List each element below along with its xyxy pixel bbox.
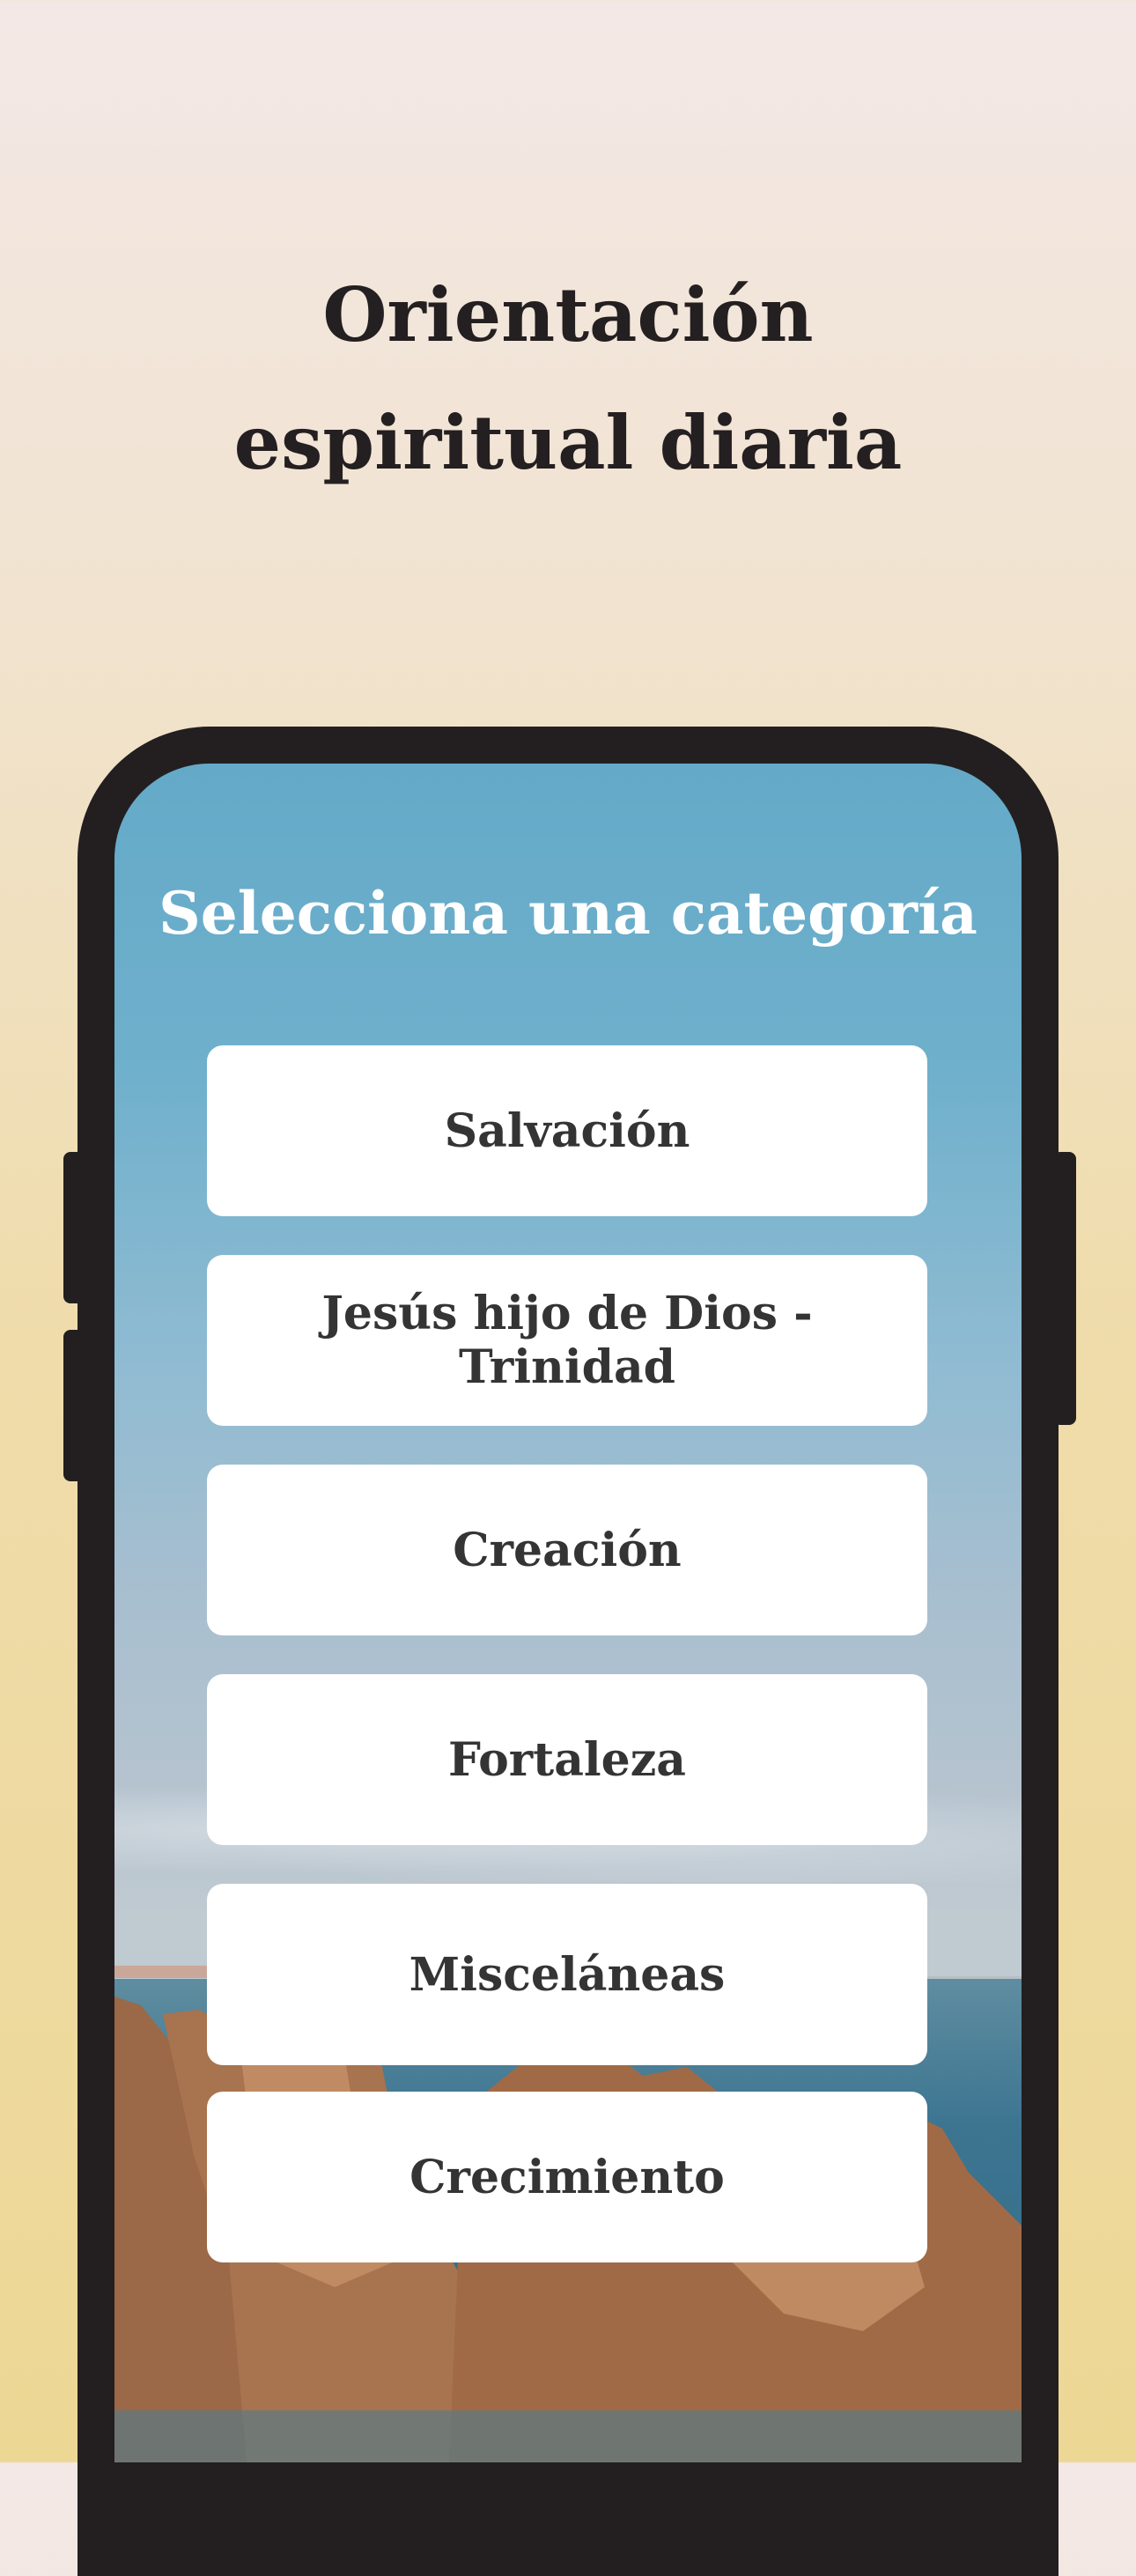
promo-headline: Orientación espiritual diaria	[0, 251, 1136, 506]
category-button-creacion[interactable]: Creación	[207, 1465, 927, 1635]
category-screen-title: Selecciona una categoría	[159, 879, 977, 948]
phone-screen: Selecciona una categoría Salvación Jesús…	[114, 764, 1022, 2462]
headline-line-1: Orientación	[322, 271, 814, 358]
category-button-jesus-trinidad[interactable]: Jesús hijo de Dios - Trinidad	[207, 1255, 927, 1426]
category-button-salvacion[interactable]: Salvación	[207, 1045, 927, 1216]
background-distant-coast	[114, 1966, 211, 1978]
category-button-miscelaneas[interactable]: Misceláneas	[207, 1884, 927, 2065]
category-button-fortaleza[interactable]: Fortaleza	[207, 1674, 927, 1845]
headline-line-2: espiritual diaria	[233, 399, 903, 486]
category-button-crecimiento[interactable]: Crecimiento	[207, 2092, 927, 2262]
